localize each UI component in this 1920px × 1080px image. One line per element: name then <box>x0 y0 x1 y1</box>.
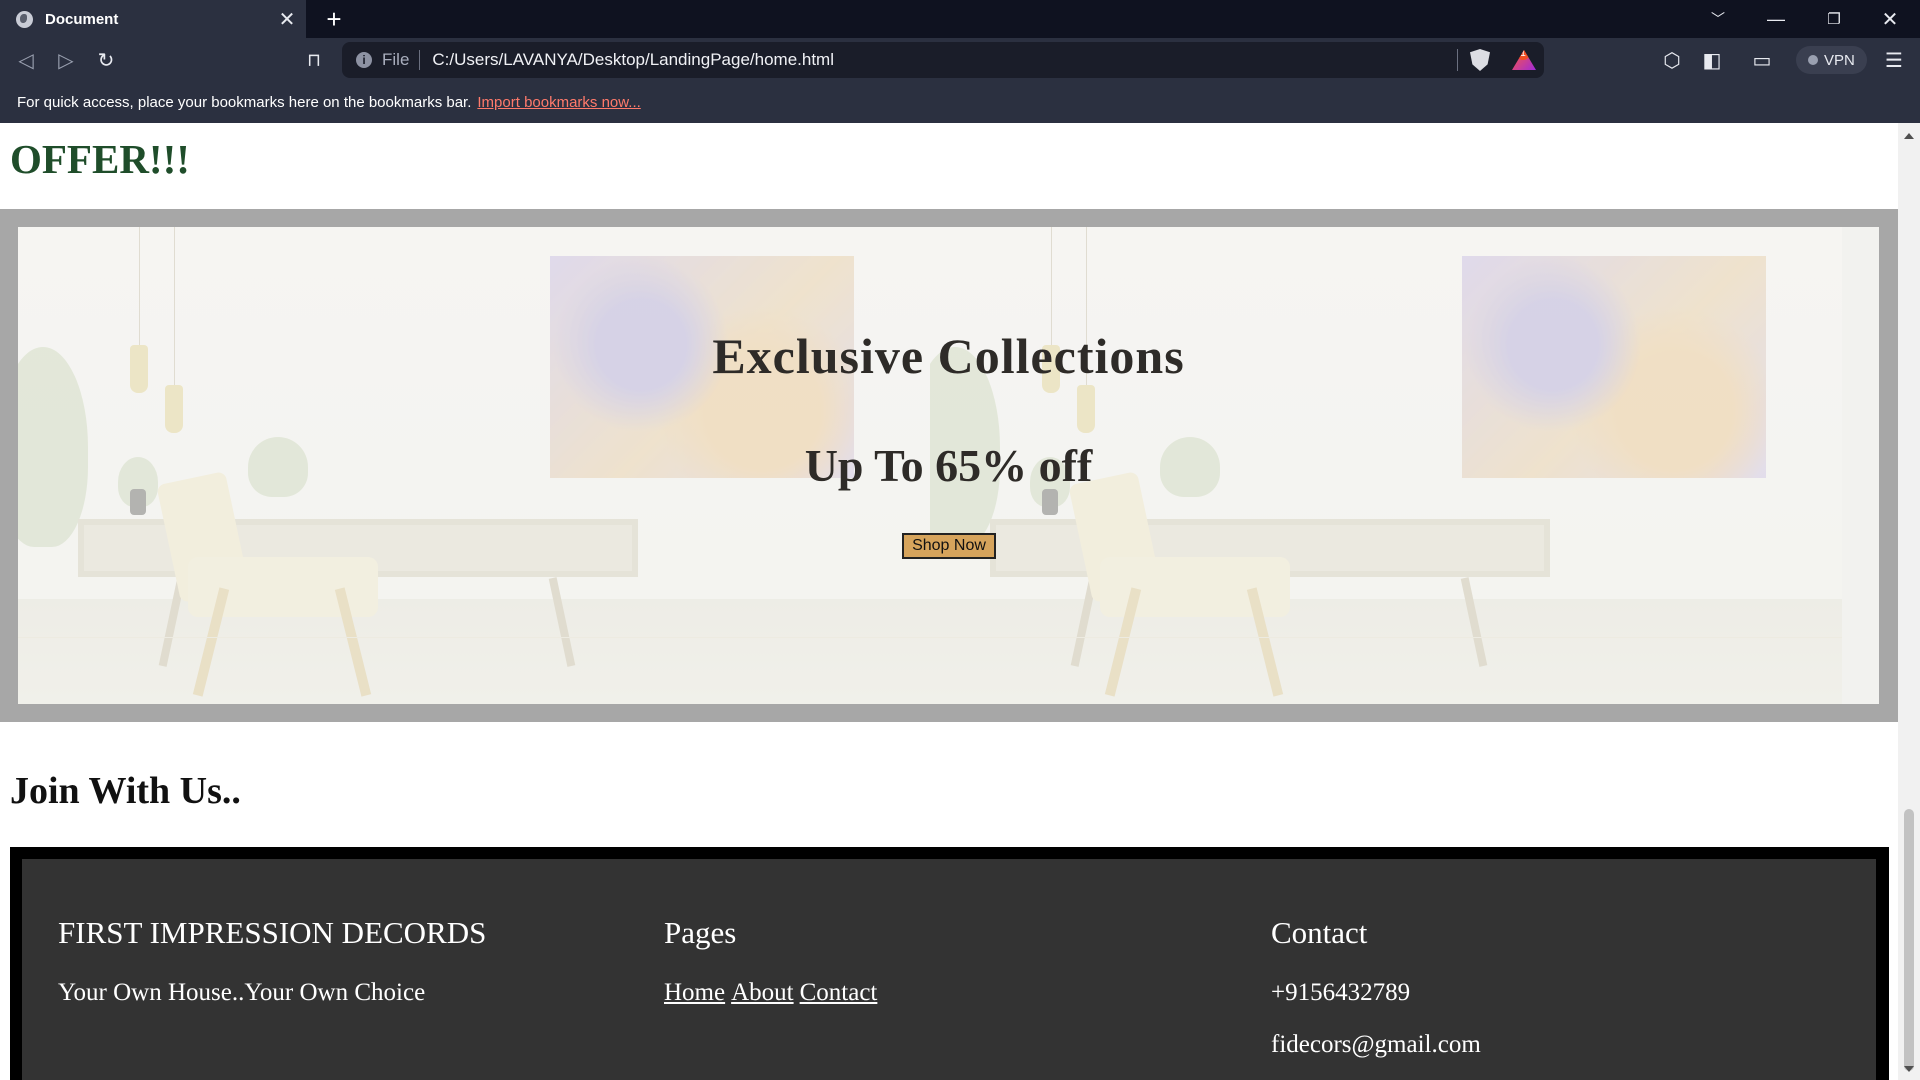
extensions-icon[interactable]: ⬡ <box>1656 44 1688 76</box>
footer-brand-column: FIRST IMPRESSION DECORDS Your Own House.… <box>58 915 486 1031</box>
brave-rewards-icon[interactable]: 1 <box>1512 50 1536 70</box>
footer-links: Home About Contact <box>664 979 883 1007</box>
hero-banner: Exclusive Collections Up To 65% off Shop… <box>18 227 1879 704</box>
footer-pages-column: Pages Home About Contact <box>664 915 883 1031</box>
site-info-icon[interactable]: i <box>356 52 372 68</box>
vpn-button[interactable]: VPN <box>1796 46 1867 74</box>
scroll-down-arrow-icon[interactable] <box>1904 1066 1914 1072</box>
footer-link-about[interactable]: About <box>731 979 794 1006</box>
tab-title: Document <box>45 10 119 28</box>
reload-icon[interactable]: ↻ <box>90 44 122 76</box>
url-text[interactable]: C:/Users/LAVANYA/Desktop/LandingPage/hom… <box>432 50 1457 70</box>
footer-link-home[interactable]: Home <box>664 979 725 1006</box>
browser-toolbar: ◁ ▷ ↻ ⊓ i File C:/Users/LAVANYA/Desktop/… <box>0 38 1920 82</box>
footer-tagline: Your Own House..Your Own Choice <box>58 979 426 1006</box>
vpn-label: VPN <box>1824 51 1855 69</box>
browser-tab[interactable]: Document ✕ <box>0 0 306 38</box>
scrollbar-thumb[interactable] <box>1904 809 1914 1071</box>
scroll-up-arrow-icon[interactable] <box>1904 133 1914 139</box>
rewards-badge: 1 <box>1516 50 1530 60</box>
footer-email: fidecors@gmail.com <box>1271 1031 1481 1058</box>
footer-phone: +9156432789 <box>1271 979 1411 1006</box>
sidebar-icon[interactable]: ◧ <box>1696 44 1728 76</box>
menu-icon[interactable]: ☰ <box>1878 44 1910 76</box>
hero-text: Exclusive Collections Up To 65% off Shop… <box>18 227 1879 704</box>
bookmarks-message: For quick access, place your bookmarks h… <box>17 94 472 111</box>
page-scrollbar[interactable] <box>1898 123 1920 1080</box>
address-bar[interactable]: i File C:/Users/LAVANYA/Desktop/LandingP… <box>342 42 1544 78</box>
url-scheme: File <box>382 50 421 70</box>
wallet-icon[interactable]: ▭ <box>1746 44 1778 76</box>
globe-icon <box>16 10 33 28</box>
back-icon[interactable]: ◁ <box>10 44 42 76</box>
shop-now-button[interactable]: Shop Now <box>902 533 996 559</box>
import-bookmarks-link[interactable]: Import bookmarks now... <box>477 94 640 111</box>
vpn-status-icon <box>1808 55 1818 65</box>
footer-pages-title: Pages <box>664 915 737 950</box>
tab-search-chevron-icon[interactable]: ﹀ <box>1690 0 1746 38</box>
restore-icon[interactable]: ❐ <box>1806 0 1862 38</box>
footer: FIRST IMPRESSION DECORDS Your Own House.… <box>10 847 1889 1080</box>
footer-content: FIRST IMPRESSION DECORDS Your Own House.… <box>22 859 1876 1080</box>
new-tab-button[interactable]: + <box>318 3 350 35</box>
footer-link-contact[interactable]: Contact <box>800 979 878 1006</box>
tab-strip: Document ✕ + ﹀ — ❐ ✕ <box>0 0 1920 38</box>
bookmark-icon[interactable]: ⊓ <box>298 44 330 76</box>
hero-title: Exclusive Collections <box>712 328 1185 384</box>
footer-contact-column: Contact +9156432789 fidecors@gmail.com <box>1271 915 1481 1080</box>
brave-shields-icon[interactable] <box>1470 49 1490 71</box>
web-page: OFFER!!! Exclusive Collections Up To 65%… <box>0 123 1898 1080</box>
close-tab-icon[interactable]: ✕ <box>272 4 302 34</box>
window-close-icon[interactable]: ✕ <box>1862 0 1918 38</box>
divider <box>1457 49 1458 71</box>
hero-subtitle: Up To 65% off <box>804 440 1093 491</box>
bookmarks-bar: For quick access, place your bookmarks h… <box>0 82 1920 123</box>
offer-heading: OFFER!!! <box>10 136 190 182</box>
forward-icon[interactable]: ▷ <box>50 44 82 76</box>
footer-brand-title: FIRST IMPRESSION DECORDS <box>58 915 487 950</box>
join-heading: Join With Us.. <box>10 770 241 812</box>
minimize-icon[interactable]: — <box>1748 0 1804 38</box>
footer-contact-title: Contact <box>1271 915 1368 950</box>
